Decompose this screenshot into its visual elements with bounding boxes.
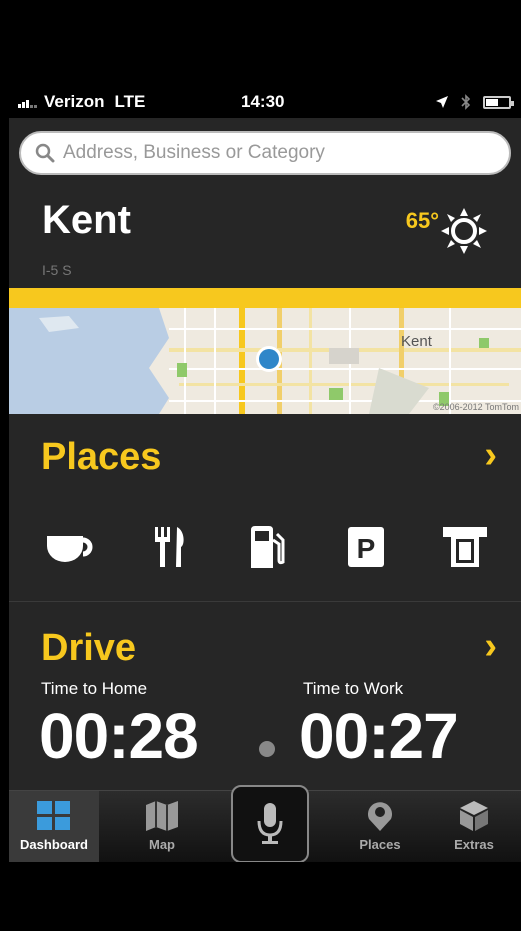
app-screen: Kent I-5 S 65° [9,118,521,862]
place-pin-icon [368,802,392,831]
battery-icon [483,95,514,109]
microphone-icon [257,803,283,844]
city-name: Kent [42,198,131,242]
places-title[interactable]: Places [41,436,161,479]
bluetooth-icon [461,94,471,110]
extras-box-icon [460,801,488,831]
status-time: 14:30 [241,92,285,111]
time-to-home-value[interactable]: 00:28 [39,699,199,773]
network-type: LTE [114,92,146,111]
parking-icon[interactable]: P [338,522,394,572]
tab-places-label: Places [359,837,401,852]
map-city-label: Kent [401,333,432,350]
separator-dot [259,741,275,757]
tab-dashboard[interactable]: Dashboard [9,791,99,862]
map-copyright: ©2006-2012 TomTom [432,402,519,412]
atm-icon[interactable] [437,522,493,572]
status-bar: Verizon LTE 14:30 [9,86,521,118]
sunny-weather-icon[interactable] [441,208,487,254]
places-categories: P [9,522,521,572]
tab-dashboard-label: Dashboard [20,837,88,852]
location-arrow-icon [436,96,448,108]
places-section[interactable]: Places › P [9,414,521,602]
gas-station-icon[interactable] [240,522,296,572]
search-input[interactable] [63,142,483,164]
tab-map-label: Map [149,837,175,852]
temperature[interactable]: 65° [406,208,439,234]
tab-places[interactable]: Places [335,791,425,862]
drive-chevron-icon[interactable]: › [484,625,497,668]
restaurant-icon[interactable] [142,522,198,572]
svg-text:P: P [357,533,376,564]
tab-extras[interactable]: Extras [429,791,519,862]
road-name: I-5 S [42,262,72,278]
tab-extras-label: Extras [454,837,494,852]
search-bar[interactable] [19,131,511,175]
accent-divider [9,288,521,308]
places-chevron-icon[interactable]: › [484,434,497,477]
map-icon [146,801,178,831]
search-icon [35,143,55,163]
signal-strength-icon [18,96,37,108]
drive-title[interactable]: Drive [41,627,136,670]
time-to-work-label: Time to Work [303,679,404,698]
time-to-work-value[interactable]: 00:27 [299,699,459,773]
tab-bar: Dashboard Map Places Extras [9,785,521,862]
time-to-home-label: Time to Home [41,679,148,698]
coffee-icon[interactable] [43,522,99,572]
drive-section[interactable]: Drive › Time to Home 00:28 Time to Work … [9,603,521,793]
tab-map[interactable]: Map [117,791,207,862]
map-preview[interactable]: Kent ©2006-2012 TomTom [9,308,521,414]
voice-search-button[interactable] [231,785,309,862]
carrier-name: Verizon [44,92,105,111]
location-header: Kent I-5 S 65° [9,178,521,288]
dashboard-icon [37,801,70,830]
